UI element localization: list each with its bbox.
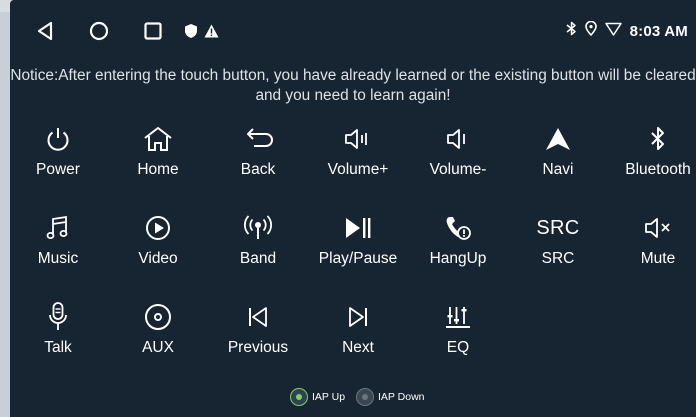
hang-up-button[interactable]: HangUp — [410, 211, 506, 281]
bluetooth-status-icon — [566, 21, 577, 41]
aux-label: AUX — [142, 339, 174, 356]
location-icon — [584, 20, 597, 41]
volume-down-label: Volume- — [429, 161, 487, 178]
warning-icon — [202, 18, 220, 44]
back-button[interactable]: Back — [210, 122, 306, 192]
aux-icon — [143, 300, 173, 334]
src-icon: SRC — [536, 216, 580, 239]
mute-label: Mute — [640, 250, 676, 267]
shield-icon — [182, 18, 200, 44]
volume-up-button[interactable]: Volume+ — [310, 122, 406, 192]
wifi-icon — [604, 22, 622, 41]
volume-down-button[interactable]: Volume- — [410, 122, 506, 192]
navi-label: Navi — [542, 161, 574, 178]
iap-up-option[interactable]: IAP Up — [290, 386, 345, 408]
home-label: Home — [137, 161, 179, 178]
mute-button[interactable]: Mute — [610, 211, 696, 281]
play-pause-icon — [343, 211, 373, 245]
volume-up-label: Volume+ — [327, 161, 389, 178]
status-bar: 8:03 AM — [10, 0, 696, 60]
music-icon — [45, 211, 71, 245]
next-icon — [346, 300, 370, 334]
src-label: SRC — [541, 250, 575, 267]
next-button[interactable]: Next — [310, 300, 406, 370]
nav-back-icon[interactable] — [32, 18, 58, 44]
music-button[interactable]: Music — [10, 211, 106, 281]
nav-recents-icon[interactable] — [140, 18, 166, 44]
iap-down-option[interactable]: IAP Down — [356, 386, 425, 408]
previous-label: Previous — [227, 339, 289, 356]
src-button[interactable]: SRC SRC — [510, 211, 606, 281]
head-unit-screen: 8:03 AM Notice:After entering the touch … — [10, 0, 696, 417]
notice-text: Notice:After entering the touch button, … — [10, 67, 696, 104]
play-pause-button[interactable]: Play/Pause — [310, 211, 406, 281]
power-label: Power — [36, 161, 80, 178]
power-button[interactable]: Power — [10, 122, 106, 192]
power-icon — [44, 122, 72, 156]
home-button[interactable]: Home — [110, 122, 206, 192]
radio-band-icon — [241, 211, 275, 245]
status-indicators: 8:03 AM — [566, 19, 688, 43]
microphone-icon — [45, 300, 71, 334]
bluetooth-icon — [649, 122, 667, 156]
equalizer-icon — [443, 300, 473, 334]
next-label: Next — [342, 339, 374, 356]
aux-button[interactable]: AUX — [110, 300, 206, 370]
previous-button[interactable]: Previous — [210, 300, 306, 370]
bluetooth-button[interactable]: Bluetooth — [610, 122, 696, 192]
back-label: Back — [240, 161, 276, 178]
play-pause-label: Play/Pause — [318, 250, 398, 267]
talk-button[interactable]: Talk — [10, 300, 106, 370]
iap-up-label: IAP Up — [312, 391, 346, 403]
navigation-icon — [544, 122, 572, 156]
iap-up-radio-icon[interactable] — [290, 388, 308, 406]
video-icon — [144, 211, 172, 245]
mute-icon — [643, 211, 673, 245]
status-clock: 8:03 AM — [629, 22, 688, 40]
video-label: Video — [138, 250, 178, 267]
music-label: Music — [37, 250, 79, 267]
bluetooth-label: Bluetooth — [625, 161, 691, 178]
nav-home-icon[interactable] — [86, 18, 112, 44]
band-label: Band — [239, 250, 277, 267]
eq-button[interactable]: EQ — [410, 300, 506, 370]
hang-up-label: HangUp — [429, 250, 487, 267]
band-button[interactable]: Band — [210, 211, 306, 281]
video-button[interactable]: Video — [110, 211, 206, 281]
iap-down-label: IAP Down — [378, 391, 425, 403]
hang-up-icon — [443, 211, 473, 245]
back-icon — [240, 122, 276, 156]
talk-label: Talk — [44, 339, 72, 356]
volume-up-icon — [343, 122, 373, 156]
previous-icon — [246, 300, 270, 334]
home-icon — [142, 122, 174, 156]
eq-label: EQ — [446, 339, 470, 356]
volume-down-icon — [445, 122, 471, 156]
iap-down-radio-icon[interactable] — [356, 388, 374, 406]
navi-button[interactable]: Navi — [510, 122, 606, 192]
